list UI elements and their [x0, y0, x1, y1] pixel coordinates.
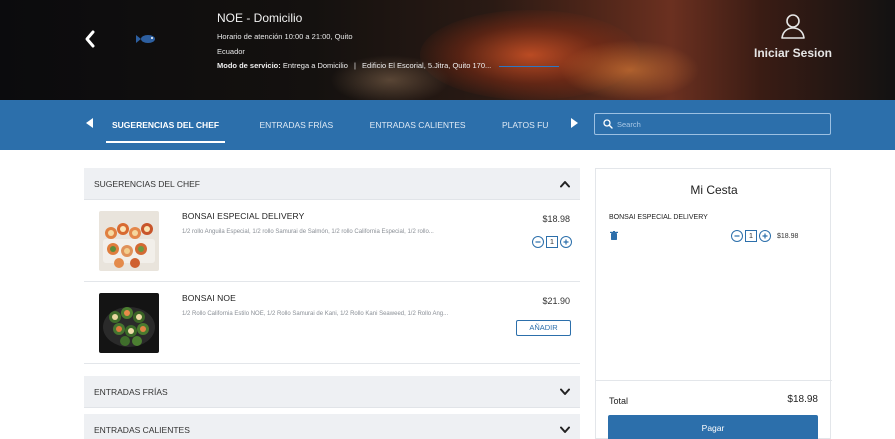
pay-button[interactable]: Pagar [608, 415, 818, 439]
plus-icon [762, 233, 768, 239]
total-label: Total [609, 396, 629, 406]
back-button[interactable] [80, 26, 100, 52]
add-to-cart-button[interactable]: AÑADIR [516, 320, 571, 336]
store-country: Ecuador [217, 47, 245, 56]
chevron-up-icon [560, 180, 570, 187]
basket-item-price: $18.98 [777, 232, 799, 240]
tab-sugerencias-del-chef[interactable]: SUGERENCIAS DEL CHEF [105, 100, 226, 150]
plus-icon [563, 239, 569, 245]
category-navbar: SUGERENCIAS DEL CHEF ENTRADAS FRÍAS ENTR… [0, 100, 895, 150]
service-mode-value: Entrega a Domicilio [282, 61, 348, 70]
total-value: $18.98 [787, 394, 818, 405]
minus-button[interactable] [731, 230, 743, 242]
address-underline [499, 65, 560, 67]
delivery-address[interactable]: Edificio El Escorial, 5.Jitra, Quito 170… [362, 61, 491, 70]
minus-icon [535, 241, 541, 243]
basket-panel: Mi Cesta BONSAI ESPECIAL DELIVERY 1 $18.… [595, 168, 832, 439]
plus-button[interactable] [759, 230, 771, 242]
quantity-stepper: 1 [532, 236, 572, 248]
quantity-value: 1 [546, 236, 558, 248]
tab-platos-fuertes[interactable]: PLATOS FU [502, 100, 548, 150]
nav-prev-button[interactable] [86, 118, 96, 132]
store-logo [136, 35, 155, 43]
store-header: NOE - Domicilio Horario de atención 10:0… [0, 0, 895, 100]
caret-left-icon [86, 118, 93, 128]
basket-item-name: BONSAI ESPECIAL DELIVERY [609, 214, 708, 221]
store-name: NOE - Domicilio [217, 11, 303, 25]
trash-icon[interactable] [610, 231, 618, 240]
chevron-left-icon [85, 30, 95, 48]
category-tabs: SUGERENCIAS DEL CHEF ENTRADAS FRÍAS ENTR… [100, 100, 568, 150]
product-price: $21.90 [542, 296, 570, 306]
store-info: NOE - Domicilio Horario de atención 10:0… [217, 11, 597, 70]
minus-button[interactable] [532, 236, 544, 248]
nav-next-button[interactable] [570, 118, 580, 132]
section-header-entradas-calientes[interactable]: ENTRADAS CALIENTES [84, 414, 580, 439]
product-row[interactable]: BONSAI ESPECIAL DELIVERY 1/2 rollo Angui… [84, 200, 580, 282]
section-spacer [84, 364, 580, 376]
section-title: ENTRADAS CALIENTES [94, 424, 190, 435]
search-icon [603, 119, 613, 129]
basket-quantity-stepper: 1 $18.98 [731, 230, 798, 242]
product-name: BONSAI ESPECIAL DELIVERY [182, 211, 305, 221]
tab-entradas-frias[interactable]: ENTRADAS FRÍAS [260, 100, 334, 150]
quantity-value: 1 [745, 230, 757, 242]
section-title: ENTRADAS FRÍAS [94, 386, 168, 397]
product-name: BONSAI NOE [182, 293, 236, 303]
product-description: 1/2 rollo Anguila Especial, 1/2 rollo Sa… [182, 229, 434, 235]
store-hours: Horario de atención 10:00 a 21:00, Quito… [217, 29, 597, 59]
product-description: 1/2 Rollo California Estilo NOE, 1/2 Rol… [182, 311, 449, 317]
basket-title: Mi Cesta [690, 183, 738, 197]
store-hours-line: Horario de atención 10:00 a 21:00, Quito [217, 32, 353, 41]
section-title: SUGERENCIAS DEL CHEF [94, 178, 200, 189]
separator: | [353, 61, 356, 70]
section-header-entradas-frias[interactable]: ENTRADAS FRÍAS [84, 376, 580, 408]
product-price: $18.98 [542, 214, 570, 224]
search-box [594, 113, 831, 135]
service-mode-label: Modo de servicio: [217, 61, 281, 70]
service-mode: Modo de servicio: Entrega a Domicilio | … [217, 61, 597, 70]
search-input[interactable] [617, 116, 817, 132]
minus-icon [734, 235, 740, 237]
section-header-sugerencias[interactable]: SUGERENCIAS DEL CHEF [84, 168, 580, 200]
product-row[interactable]: BONSAI NOE 1/2 Rollo California Estilo N… [84, 282, 580, 364]
tab-entradas-calientes[interactable]: ENTRADAS CALIENTES [370, 100, 466, 150]
login-button[interactable]: Iniciar Sesion [748, 12, 838, 60]
chevron-down-icon [560, 426, 570, 433]
plus-button[interactable] [560, 236, 572, 248]
login-label: Iniciar Sesion [753, 46, 833, 60]
product-image [99, 293, 159, 353]
divider [596, 380, 832, 381]
menu-list: SUGERENCIAS DEL CHEF BONSAI ESPECIAL DEL… [84, 168, 580, 439]
chevron-down-icon [560, 388, 570, 395]
user-icon [781, 14, 805, 39]
caret-right-icon [571, 118, 578, 128]
product-image [99, 211, 159, 271]
